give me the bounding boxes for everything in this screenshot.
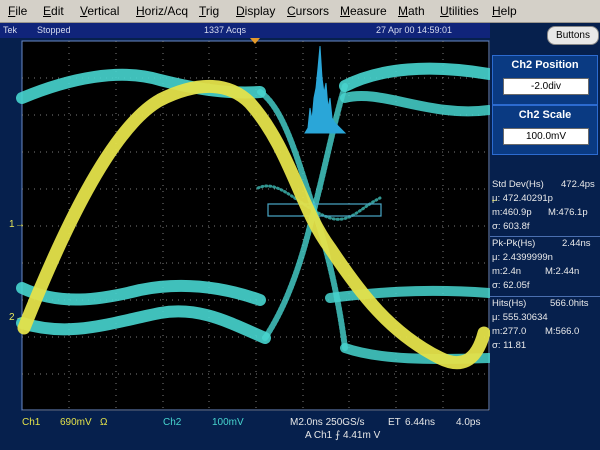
- std-dev-min: m:460.9p: [492, 207, 532, 218]
- ch2-position-control[interactable]: Ch2 Position -2.0div: [492, 55, 598, 105]
- ch2-position-value[interactable]: -2.0div: [503, 78, 589, 95]
- ch2-scale-control[interactable]: Ch2 Scale 100.0mV: [492, 105, 598, 155]
- hits-sigma: σ: 11.81: [492, 340, 527, 351]
- ch2-ground-marker[interactable]: 2: [9, 312, 15, 323]
- menu-math[interactable]: Math: [398, 4, 425, 18]
- menu-cursors[interactable]: Cursors: [287, 4, 329, 18]
- ch1-label[interactable]: Ch1: [22, 417, 40, 428]
- waveform-canvas: [16, 40, 490, 411]
- menu-measure[interactable]: Measure: [340, 4, 387, 18]
- measurement-divider: [490, 236, 600, 237]
- ch2-upper-rail-right-2: [340, 90, 490, 117]
- et-label: ET: [388, 417, 401, 428]
- timebase-readout[interactable]: M2.0ns 250GS/s: [290, 417, 364, 428]
- menu-edit[interactable]: Edit: [43, 4, 64, 18]
- reference-level-arrow-icon: ←: [490, 194, 499, 204]
- resolution-value: 4.0ps: [456, 417, 481, 428]
- std-dev-value: 472.4ps: [561, 179, 595, 190]
- hits-value: 566.0hits: [550, 298, 589, 309]
- std-dev-max: M:476.1p: [548, 207, 588, 218]
- hits-min: m:277.0: [492, 326, 527, 337]
- ch2-scale[interactable]: 100mV: [212, 417, 244, 428]
- brand-label: Tek: [3, 25, 18, 35]
- hits-mean: μ: 555.30634: [492, 312, 548, 323]
- histogram-window-box[interactable]: [267, 203, 382, 217]
- ch1-scale[interactable]: 690mV: [60, 417, 92, 428]
- hits-title: Hits(Hs): [492, 298, 527, 309]
- pk-pk-mean: μ: 2.4399999n: [492, 252, 553, 263]
- buttons-toggle-button[interactable]: Buttons: [547, 26, 599, 45]
- status-bar: Tek Stopped 1337 Acqs 27 Apr 00 14:59:01: [0, 23, 490, 38]
- readout-bar: Ch1 690mV Ω Ch2 100mV M2.0ns 250GS/s ET …: [0, 413, 490, 450]
- measurement-pk-pk[interactable]: Pk-Pk(Hs) 2.44ns μ: 2.4399999n m:2.4n M:…: [490, 238, 600, 298]
- pk-pk-max: M:2.44n: [545, 266, 580, 277]
- measurement-hits[interactable]: Hits(Hs) 566.0hits μ: 555.30634 m:277.0 …: [490, 298, 600, 358]
- menu-bar: File Edit Vertical Horiz/Acq Trig Displa…: [0, 0, 600, 23]
- menu-trig[interactable]: Trig: [199, 4, 219, 18]
- menu-help[interactable]: Help: [492, 4, 517, 18]
- et-value: 6.44ns: [405, 417, 436, 428]
- menu-display[interactable]: Display: [236, 4, 275, 18]
- measurement-std-dev[interactable]: Std Dev(Hs) 472.4ps μ: 472.40291p m:460.…: [490, 179, 600, 239]
- waveform-display[interactable]: 1 → 2 →: [0, 38, 492, 413]
- pk-pk-sigma: σ: 62.05f: [492, 280, 530, 291]
- menu-horiz-acq[interactable]: Horiz/Acq: [136, 4, 188, 18]
- ch2-scale-title: Ch2 Scale: [518, 109, 572, 121]
- ch2-position-title: Ch2 Position: [511, 59, 579, 71]
- std-dev-mean: μ: 472.40291p: [492, 193, 553, 204]
- ch2-label[interactable]: Ch2: [163, 417, 181, 428]
- ch2-scale-value[interactable]: 100.0mV: [503, 128, 589, 145]
- pk-pk-value: 2.44ns: [562, 238, 591, 249]
- menu-vertical[interactable]: Vertical: [80, 4, 119, 18]
- acquisition-state: Stopped: [37, 25, 71, 35]
- menu-file[interactable]: File: [8, 4, 27, 18]
- std-dev-sigma: σ: 603.8f: [492, 221, 530, 232]
- pk-pk-title: Pk-Pk(Hs): [492, 238, 536, 249]
- pk-pk-min: m:2.4n: [492, 266, 522, 277]
- ch1-coupling: Ω: [100, 417, 108, 428]
- trigger-readout[interactable]: A Ch1 ⨍ 4.41m V: [305, 430, 380, 441]
- ch1-marker-arrow: →: [15, 219, 25, 230]
- acquisition-count: 1337 Acqs: [204, 25, 247, 35]
- oscilloscope-app: File Edit Vertical Horiz/Acq Trig Displa…: [0, 0, 600, 450]
- ch2-lower-rail-left-2: [16, 305, 271, 344]
- ch1-ground-marker[interactable]: 1: [9, 219, 15, 230]
- date-time: 27 Apr 00 14:59:01: [376, 25, 453, 35]
- std-dev-title: Std Dev(Hs): [492, 179, 544, 190]
- hits-max: M:566.0: [545, 326, 580, 337]
- ch2-marker-arrow: →: [15, 312, 25, 323]
- ch2-upper-rail-right: [339, 62, 490, 92]
- jitter-histogram: [304, 45, 347, 134]
- menu-utilities[interactable]: Utilities: [440, 4, 479, 18]
- control-panel: Buttons Ch2 Position -2.0div Ch2 Scale 1…: [490, 23, 600, 450]
- ch2-lower-rail-left: [16, 279, 266, 306]
- trigger-position-marker: [250, 38, 260, 44]
- measurement-divider: [490, 296, 600, 297]
